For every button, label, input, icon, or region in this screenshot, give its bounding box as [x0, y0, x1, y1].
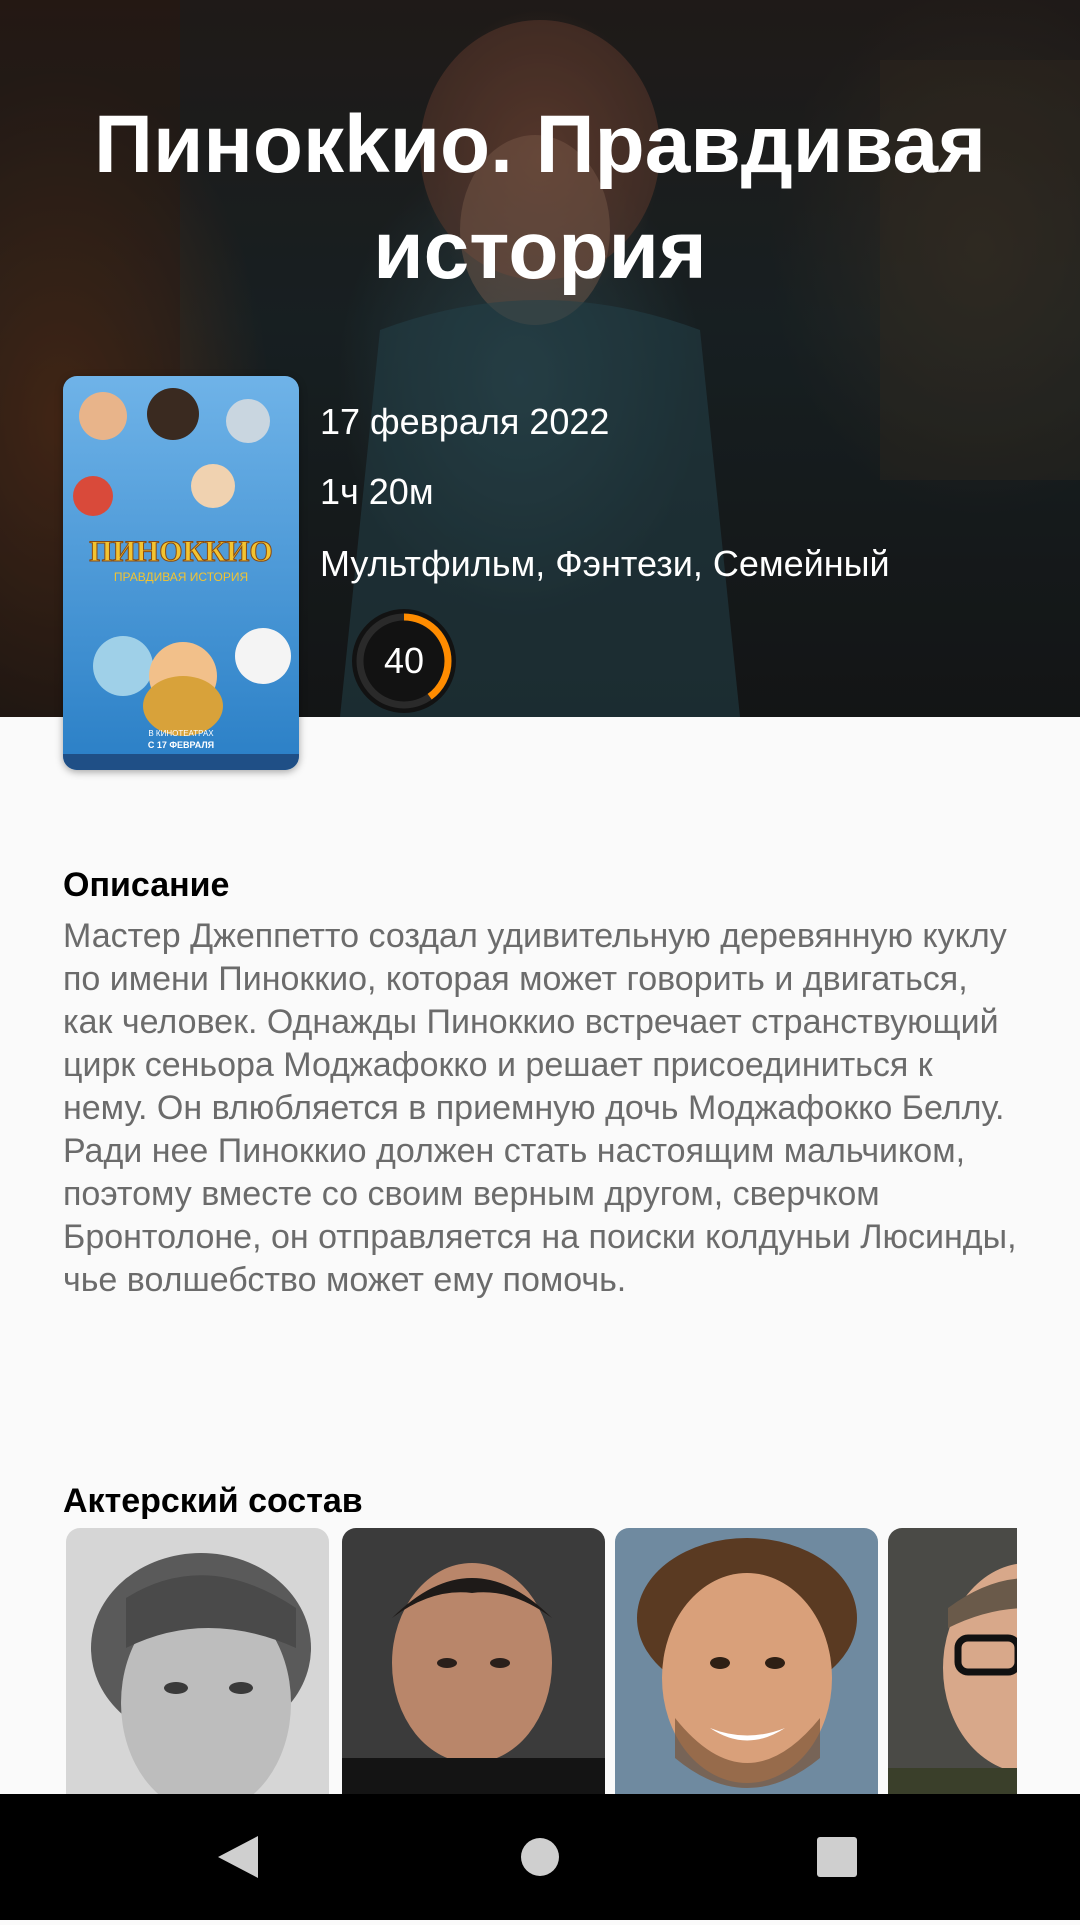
description-text: Мастер Джеппетто создал удивительную дер… — [63, 917, 1017, 1299]
actor-photo — [66, 1528, 329, 1796]
actor-photo — [888, 1528, 1017, 1796]
cast-card[interactable] — [66, 1528, 329, 1796]
system-navigation-bar — [0, 1794, 1080, 1920]
genres: Мультфильм, Фэнтези, Семейный — [320, 543, 890, 584]
movie-poster: ПИНОККИО ПРАВДИВАЯ ИСТОРИЯ В КИНОТЕАТРАХ… — [63, 376, 299, 770]
poster-image: ПИНОККИО ПРАВДИВАЯ ИСТОРИЯ В КИНОТЕАТРАХ… — [63, 376, 299, 770]
actor-photo — [342, 1528, 605, 1796]
poster-tagline-line2: С 17 ФЕВРАЛЯ — [148, 740, 214, 750]
back-triangle-icon — [218, 1836, 258, 1878]
cast-card[interactable] — [342, 1528, 605, 1796]
poster-title-line1: ПИНОККИО — [89, 535, 273, 568]
description-heading: Описание — [63, 866, 230, 904]
cast-card[interactable] — [888, 1528, 1017, 1796]
back-button[interactable] — [178, 1794, 298, 1920]
duration: 1ч 20м — [320, 471, 434, 512]
rating-value: 40 — [383, 640, 425, 681]
recents-button[interactable] — [778, 1794, 898, 1920]
poster-title-line2: ПРАВДИВАЯ ИСТОРИЯ — [114, 570, 248, 584]
home-circle-icon — [521, 1838, 559, 1876]
cast-list[interactable] — [63, 1528, 1017, 1796]
home-button[interactable] — [480, 1794, 600, 1920]
cast-card[interactable] — [615, 1528, 878, 1796]
recents-square-icon — [817, 1837, 857, 1877]
cast-heading: Актерский состав — [63, 1482, 363, 1520]
rating-badge: 40 — [352, 609, 456, 713]
release-date: 17 февраля 2022 — [320, 401, 610, 442]
poster-tagline-line1: В КИНОТЕАТРАХ — [148, 729, 214, 738]
movie-title: Пинокkио. Правдивая история — [94, 99, 986, 296]
actor-photo — [615, 1528, 878, 1796]
